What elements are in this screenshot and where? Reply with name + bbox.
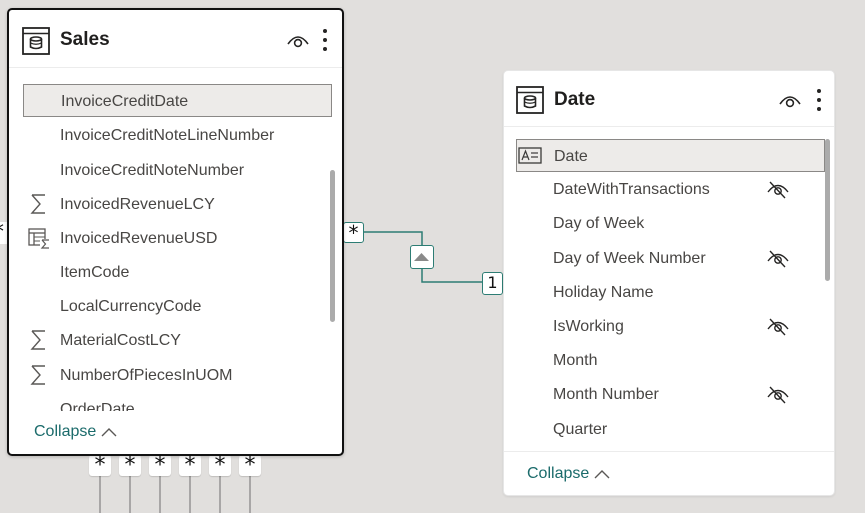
sales-table-header[interactable]: Sales: [9, 10, 342, 68]
date-table-header[interactable]: Date: [504, 71, 834, 127]
bottom-cardinality-marker-1[interactable]: *: [89, 455, 111, 477]
field-row[interactable]: NumberOfPiecesInUOM: [23, 359, 332, 392]
field-row[interactable]: Holiday Name: [516, 276, 825, 309]
eye-icon[interactable]: [286, 32, 310, 48]
sigma-icon: [30, 330, 45, 350]
bottom-cardinality-marker-6[interactable]: *: [239, 455, 261, 477]
field-row[interactable]: Day of Week Number: [516, 242, 825, 275]
eye-hidden-icon[interactable]: [765, 179, 791, 199]
field-name: NumberOfPiecesInUOM: [60, 367, 233, 384]
date-footer-divider: [504, 451, 834, 452]
field-row[interactable]: OrderDate: [23, 393, 332, 411]
field-row[interactable]: Month Number: [516, 378, 825, 411]
field-name: Day of Week: [553, 215, 645, 232]
bottom-cardinality-marker-3[interactable]: *: [149, 455, 171, 477]
field-row[interactable]: InvoicedRevenueLCY: [23, 188, 332, 221]
field-row[interactable]: ItemCode: [23, 256, 332, 289]
field-row[interactable]: Day of Week: [516, 207, 825, 240]
field-name: InvoiceCreditDate: [61, 93, 189, 110]
collapse-label: Collapse: [527, 465, 590, 482]
date-table-card[interactable]: Date Date DateWithTransactions Day of We…: [503, 70, 835, 496]
date-field-list[interactable]: Date DateWithTransactions Day of Week Da…: [504, 127, 834, 450]
field-row[interactable]: Quarter: [516, 413, 825, 446]
date-scrollbar-thumb[interactable]: [825, 139, 830, 281]
field-name: DateWithTransactions: [553, 181, 710, 198]
eye-hidden-icon[interactable]: [765, 384, 791, 404]
bottom-cardinality-marker-2[interactable]: *: [119, 455, 141, 477]
field-name: InvoicedRevenueLCY: [60, 196, 215, 213]
model-view-canvas[interactable]: * * * * * * * * 1 Sales: [0, 0, 865, 513]
field-name: InvoicedRevenueUSD: [60, 230, 218, 247]
field-name: Holiday Name: [553, 284, 654, 301]
field-name: LocalCurrencyCode: [60, 298, 202, 315]
field-row[interactable]: InvoiceCreditDate: [23, 84, 332, 117]
field-name: InvoiceCreditNoteLineNumber: [60, 127, 275, 144]
date-table-title: Date: [554, 89, 596, 110]
sales-field-list[interactable]: InvoiceCreditDate InvoiceCreditNoteLineN…: [9, 68, 342, 411]
eye-icon[interactable]: [778, 92, 802, 108]
date-key-icon: [518, 147, 542, 164]
sales-scrollbar-thumb[interactable]: [330, 170, 335, 322]
date-collapse-button[interactable]: Collapse: [527, 465, 610, 483]
field-row[interactable]: MaterialCostLCY: [23, 324, 332, 357]
field-name: IsWorking: [553, 318, 624, 335]
field-name: Day of Week Number: [553, 250, 706, 267]
sigma-icon: [30, 365, 45, 385]
many-cardinality-marker[interactable]: *: [343, 222, 364, 243]
field-name: InvoiceCreditNoteNumber: [60, 162, 245, 179]
field-row[interactable]: Month: [516, 344, 825, 377]
eye-hidden-icon[interactable]: [765, 248, 791, 268]
field-row[interactable]: DateWithTransactions: [516, 173, 825, 206]
triangle-up-icon: [414, 253, 429, 261]
eye-hidden-icon[interactable]: [765, 316, 791, 336]
calculated-column-icon: [28, 228, 50, 249]
field-row[interactable]: IsWorking: [516, 310, 825, 343]
bottom-cardinality-marker-4[interactable]: *: [179, 455, 201, 477]
sales-table-title: Sales: [60, 29, 110, 50]
field-row[interactable]: InvoicedRevenueUSD: [23, 222, 332, 255]
sales-table-card[interactable]: Sales InvoiceCreditDate InvoiceCreditNot…: [7, 8, 344, 456]
field-name: Date: [554, 148, 588, 165]
field-row[interactable]: InvoiceCreditNoteLineNumber: [23, 119, 332, 152]
sales-collapse-button[interactable]: Collapse: [34, 423, 117, 441]
sigma-icon: [30, 194, 45, 214]
chevron-up-icon: [101, 428, 117, 437]
more-options-icon[interactable]: [322, 28, 328, 52]
collapse-label: Collapse: [34, 423, 97, 440]
cross-filter-direction-marker[interactable]: [410, 245, 434, 269]
chevron-up-icon: [594, 470, 610, 479]
field-name: MaterialCostLCY: [60, 332, 181, 349]
more-options-icon[interactable]: [816, 88, 822, 112]
field-name: OrderDate: [60, 401, 135, 411]
left-cardinality-marker[interactable]: *: [0, 222, 7, 244]
field-row[interactable]: LocalCurrencyCode: [23, 290, 332, 323]
field-name: ItemCode: [60, 264, 130, 281]
field-row[interactable]: InvoiceCreditNoteNumber: [23, 154, 332, 187]
field-name: Month: [553, 352, 598, 369]
table-icon: [516, 86, 544, 114]
table-icon: [22, 27, 50, 55]
bottom-cardinality-marker-5[interactable]: *: [209, 455, 231, 477]
field-name: Month Number: [553, 386, 659, 403]
one-cardinality-marker[interactable]: 1: [482, 272, 503, 295]
field-name: Quarter: [553, 421, 608, 438]
field-row[interactable]: Date: [516, 139, 825, 172]
